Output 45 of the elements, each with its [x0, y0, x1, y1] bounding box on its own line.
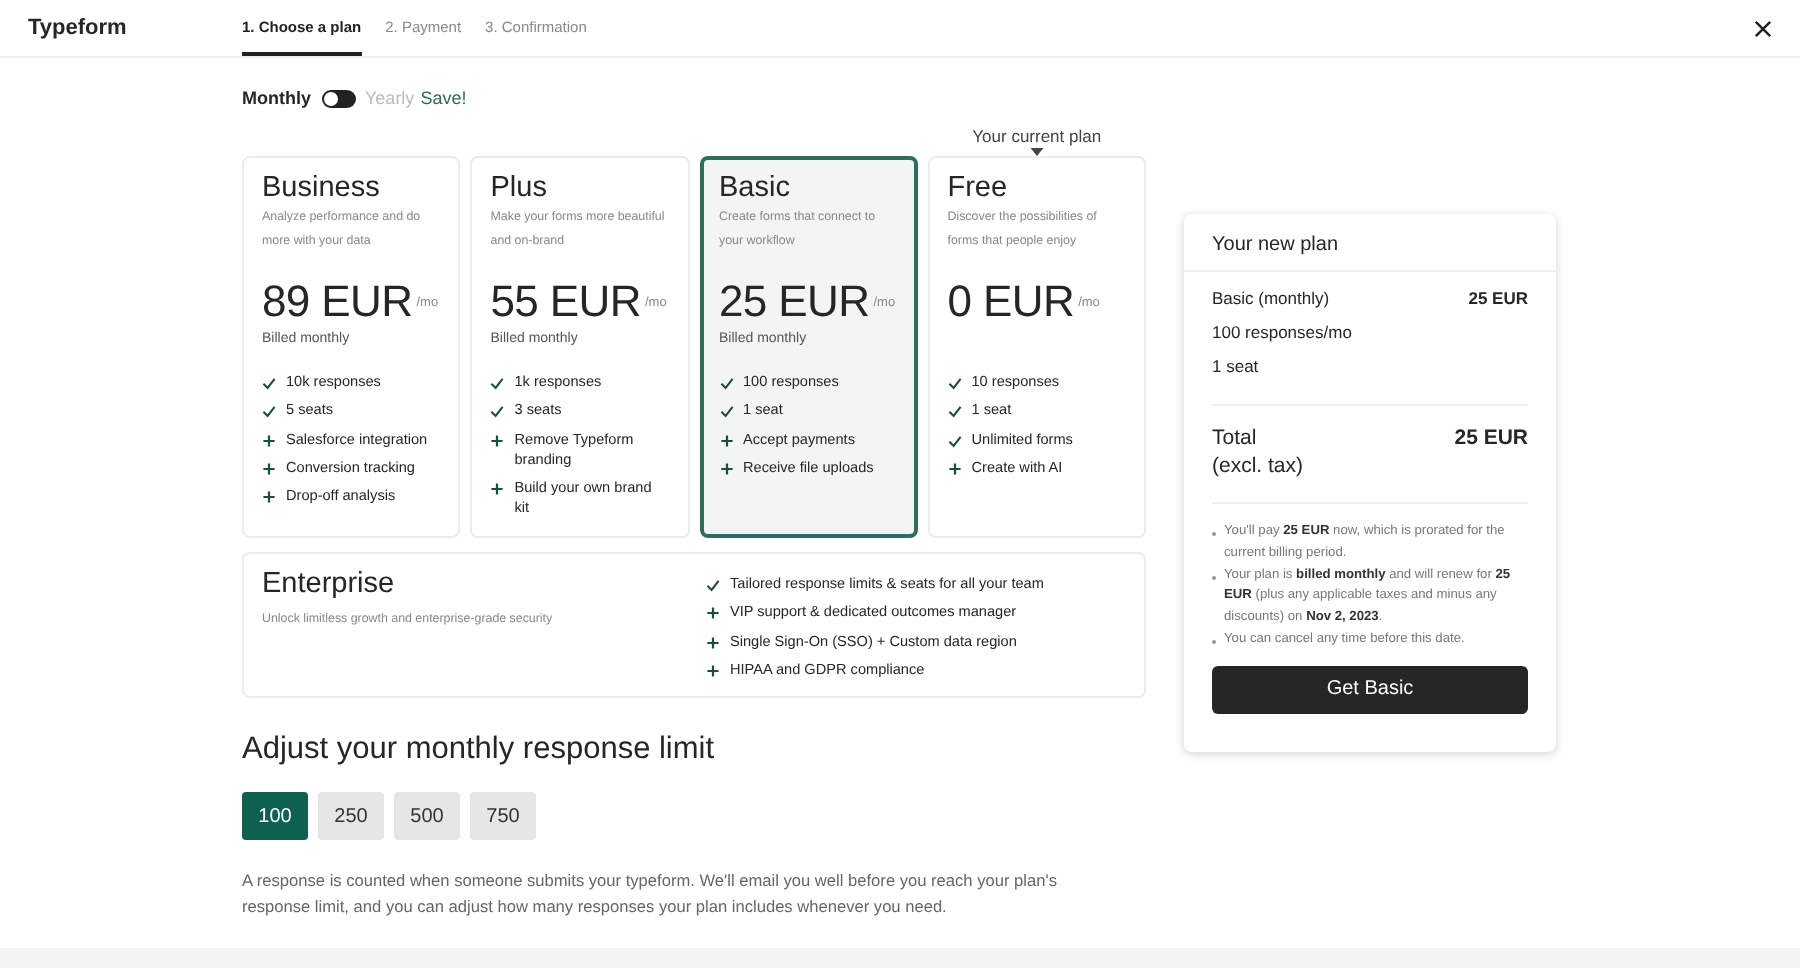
close-icon[interactable] — [1754, 19, 1772, 37]
plus-icon — [719, 433, 733, 448]
check-icon — [706, 578, 720, 592]
plan-name: Basic — [719, 172, 792, 204]
plan-name: Plus — [490, 172, 549, 204]
plus-icon — [262, 490, 276, 505]
plan-line: Basic (monthly) — [1212, 288, 1330, 308]
current-plan-label: Your current plan — [972, 126, 1102, 146]
limit-option[interactable]: 250 — [318, 792, 384, 840]
plan-detail: 1 seat — [1212, 356, 1261, 376]
section-heading: Adjust your monthly response limit — [242, 732, 717, 768]
plan-price: 55 EUR — [490, 276, 641, 328]
plus-icon — [706, 606, 720, 621]
plus-icon — [706, 663, 720, 678]
get-plan-button[interactable]: Get Basic — [1212, 665, 1528, 714]
limit-option[interactable]: 500 — [394, 792, 460, 840]
yearly-label: Yearly — [365, 88, 415, 108]
plus-icon — [719, 461, 733, 476]
enterprise-card[interactable] — [242, 552, 1146, 698]
limit-option[interactable]: 100 — [242, 792, 308, 840]
total-label: Total — [1212, 426, 1259, 450]
plus-icon — [490, 433, 505, 448]
limit-note: A response is counted when someone submits your typeform. We'll email you well before you reach your plan's response limit, and you can adjust how many responses your plan includes whenever you need. — [242, 868, 1059, 920]
billing-toggle[interactable] — [321, 89, 355, 107]
logo-text: Typeform — [28, 16, 129, 40]
plan-amount: 25 EUR — [1468, 288, 1528, 308]
plan-name: Enterprise — [262, 568, 397, 600]
plus-icon — [262, 461, 276, 476]
plan-price: 25 EUR — [719, 276, 870, 328]
plus-icon — [490, 481, 505, 496]
limit-option[interactable]: 750 — [470, 792, 536, 840]
total-amount: 25 EUR — [1454, 426, 1528, 454]
monthly-label: Monthly — [242, 88, 311, 108]
caret-icon — [1029, 148, 1044, 156]
summary-title: Your new plan — [1184, 214, 1556, 272]
plan-price: 89 EUR — [262, 276, 413, 328]
plan-price: 0 EUR — [947, 276, 1075, 328]
plus-icon — [262, 433, 276, 448]
total-note: (excl. tax) — [1212, 454, 1304, 478]
save-label: Save! — [420, 88, 467, 108]
plan-detail: 100 responses/mo — [1212, 322, 1354, 342]
plus-icon — [947, 461, 962, 476]
plan-name: Free — [947, 172, 1010, 204]
plus-icon — [706, 635, 720, 650]
plan-name: Business — [262, 172, 382, 204]
